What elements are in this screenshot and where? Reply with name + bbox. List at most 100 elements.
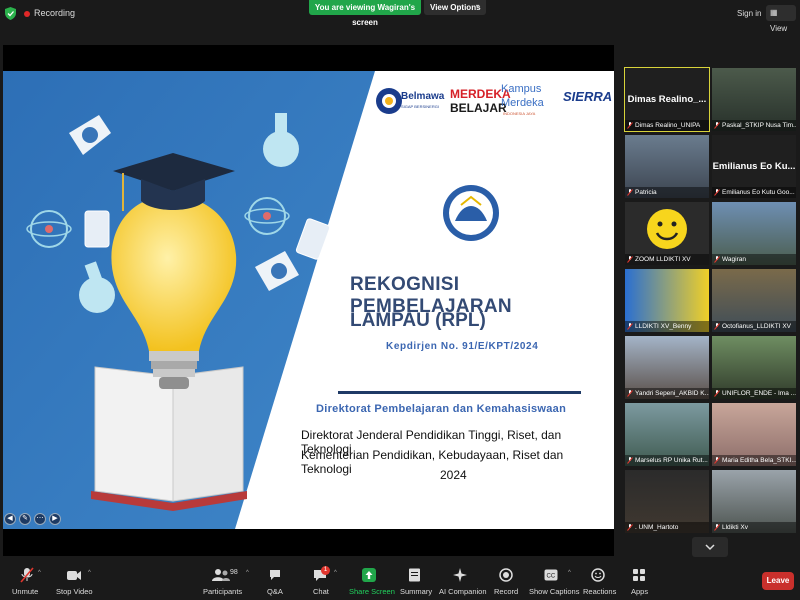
- muted-mic-icon: [627, 189, 633, 196]
- svg-text:CC: CC: [547, 574, 556, 580]
- muted-mic-icon: [627, 390, 633, 397]
- participant-name-label: ZOOM LLDIKTI XV: [625, 254, 709, 265]
- participants-count: 98: [230, 569, 238, 576]
- muted-mic-icon: [627, 256, 633, 263]
- muted-mic-icon: [714, 390, 720, 397]
- chevron-up-icon[interactable]: ^: [88, 570, 91, 576]
- muted-mic-icon: [627, 524, 633, 531]
- muted-mic-icon: [627, 457, 633, 464]
- muted-mic-icon: [627, 122, 633, 129]
- ai-companion-button[interactable]: AI Companion: [438, 563, 487, 600]
- muted-mic-icon: [714, 256, 720, 263]
- participant-tile[interactable]: ZOOM LLDIKTI XV: [625, 202, 709, 265]
- participant-tile[interactable]: . UNM_Hartoto: [625, 470, 709, 533]
- muted-mic-icon: [714, 457, 720, 464]
- sierra-logo: SIERRA: [563, 89, 613, 104]
- scroll-down-button[interactable]: [692, 537, 728, 557]
- participant-name-label: Wagiran: [712, 254, 796, 265]
- grid-view-icon: ▦: [770, 8, 778, 17]
- muted-mic-icon: [714, 524, 720, 531]
- participant-name-label: Marselus RP Unika Rut...: [625, 455, 709, 466]
- summary-icon: [409, 568, 420, 582]
- leave-button[interactable]: Leave: [762, 572, 794, 590]
- participant-name-label: Octofianus_LLDIKTI XV: [712, 321, 796, 332]
- unmute-label: Unmute: [12, 587, 39, 596]
- muted-mic-icon: [714, 323, 720, 330]
- participant-name-label: Dimas Realino_UNIPA: [625, 120, 709, 131]
- participant-name-label: LLDIKTI XV_Benny: [625, 321, 709, 332]
- slide-next-icon[interactable]: ▶: [49, 513, 61, 525]
- reactions-icon: [591, 568, 605, 582]
- record-button[interactable]: Record: [492, 563, 520, 600]
- participant-display-name: Dimas Realino_...: [627, 94, 707, 105]
- participant-tile[interactable]: Lldikti Xv: [712, 470, 796, 533]
- participants-button[interactable]: 98 ^ Participants: [200, 563, 254, 600]
- stop-video-button[interactable]: ^ Stop Video: [54, 563, 98, 600]
- participant-tile[interactable]: Emilianus Eo Ku... Emilianus Eo Kutu Goo.…: [712, 135, 796, 198]
- chevron-up-icon[interactable]: ^: [568, 570, 571, 576]
- viewing-screen-banner: You are viewing Wagiran's screen: [309, 0, 421, 27]
- apps-icon: [633, 569, 645, 581]
- participant-name-label: Patricia: [625, 187, 709, 198]
- pen-tool-icon[interactable]: ✎: [19, 513, 31, 525]
- decree-number: Kepdirjen No. 91/E/KPT/2024: [386, 341, 539, 352]
- chat-button[interactable]: 1 ^ Chat: [306, 563, 342, 600]
- chevron-up-icon[interactable]: ^: [246, 570, 249, 576]
- kampus-tagline: INDONESIA JAYA: [503, 111, 536, 116]
- participant-name-label: Emilianus Eo Kutu Goo...: [712, 187, 796, 198]
- slide-prev-icon[interactable]: ◀: [4, 513, 16, 525]
- recording-label[interactable]: Recording: [34, 8, 75, 18]
- chevron-down-icon: [705, 544, 715, 551]
- participant-name-label: Paskal_STKIP Nusa Tim...: [712, 120, 796, 131]
- view-button[interactable]: ▦ View: [766, 5, 796, 33]
- participant-name-label: . UNM_Hartoto: [625, 522, 709, 533]
- view-options-label: View Options: [430, 3, 481, 12]
- ai-companion-label: AI Companion: [439, 587, 487, 596]
- slide-year: 2024: [440, 468, 467, 482]
- qa-icon: [270, 570, 280, 580]
- participant-tile[interactable]: Yandri Sepeni_AKBID K...: [625, 336, 709, 399]
- security-shield-icon[interactable]: [5, 7, 16, 20]
- participant-tile[interactable]: Wagiran: [712, 202, 796, 265]
- summary-button[interactable]: Summary: [398, 563, 432, 600]
- participant-tile[interactable]: Octofianus_LLDIKTI XV: [712, 269, 796, 332]
- view-options-button[interactable]: View Options ▾: [424, 0, 486, 15]
- participant-tile[interactable]: Patricia: [625, 135, 709, 198]
- participant-tile[interactable]: Marselus RP Unika Rut...: [625, 403, 709, 466]
- slide-title-line2: LAMPAU (RPL): [350, 310, 486, 331]
- record-label: Record: [494, 587, 519, 596]
- sparkle-icon: [453, 568, 467, 582]
- meeting-toolbar: ^ Unmute ^ Stop Video 98 ^ Participants …: [0, 563, 800, 600]
- sign-in-link[interactable]: Sign in: [737, 9, 761, 18]
- stop-video-label: Stop Video: [56, 587, 93, 596]
- qa-button[interactable]: Q&A: [262, 563, 290, 600]
- show-captions-button[interactable]: CC ^ Show Captions: [528, 563, 579, 600]
- participant-tile[interactable]: Dimas Realino_... Dimas Realino_UNIPA: [624, 67, 710, 132]
- belmawa-logo: Belmawa: [401, 91, 445, 102]
- chat-label: Chat: [313, 587, 329, 596]
- chevron-down-icon: ▾: [476, 4, 480, 10]
- partner-logos: Belmawa SIGAP BERSINERGI MERDEKA BELAJAR…: [373, 77, 613, 127]
- participant-display-name: Emilianus Eo Ku...: [712, 161, 796, 172]
- apps-button[interactable]: Apps: [626, 563, 652, 600]
- participant-tile[interactable]: Paskal_STKIP Nusa Tim...: [712, 68, 796, 131]
- muted-mic-icon: [714, 189, 720, 196]
- captions-icon: CC: [544, 569, 558, 581]
- reactions-button[interactable]: Reactions: [582, 563, 616, 600]
- participant-name-label: UNIFLOR_ENDE - Ima ...: [712, 388, 796, 399]
- qa-label: Q&A: [267, 587, 283, 596]
- record-icon: [499, 568, 513, 582]
- participant-tile[interactable]: LLDIKTI XV_Benny: [625, 269, 709, 332]
- participant-tile[interactable]: UNIFLOR_ENDE - Ima ...: [712, 336, 796, 399]
- participant-name-label: Yandri Sepeni_AKBID K...: [625, 388, 709, 399]
- muted-mic-icon: [20, 567, 34, 583]
- directorate-name: Direktorat Pembelajaran dan Kemahasiswaa…: [316, 403, 567, 415]
- unmute-button[interactable]: ^ Unmute: [8, 563, 46, 600]
- top-bar: Recording You are viewing Wagiran's scre…: [0, 0, 800, 33]
- kampus-logo-line1: Kampus: [501, 83, 542, 95]
- participant-tile[interactable]: Maria Editha Bela_STKI...: [712, 403, 796, 466]
- chevron-up-icon[interactable]: ^: [334, 570, 337, 576]
- share-screen-button[interactable]: Share Screen: [348, 563, 395, 600]
- slide-menu-icon[interactable]: ⋯: [34, 513, 46, 525]
- chevron-up-icon[interactable]: ^: [38, 570, 41, 576]
